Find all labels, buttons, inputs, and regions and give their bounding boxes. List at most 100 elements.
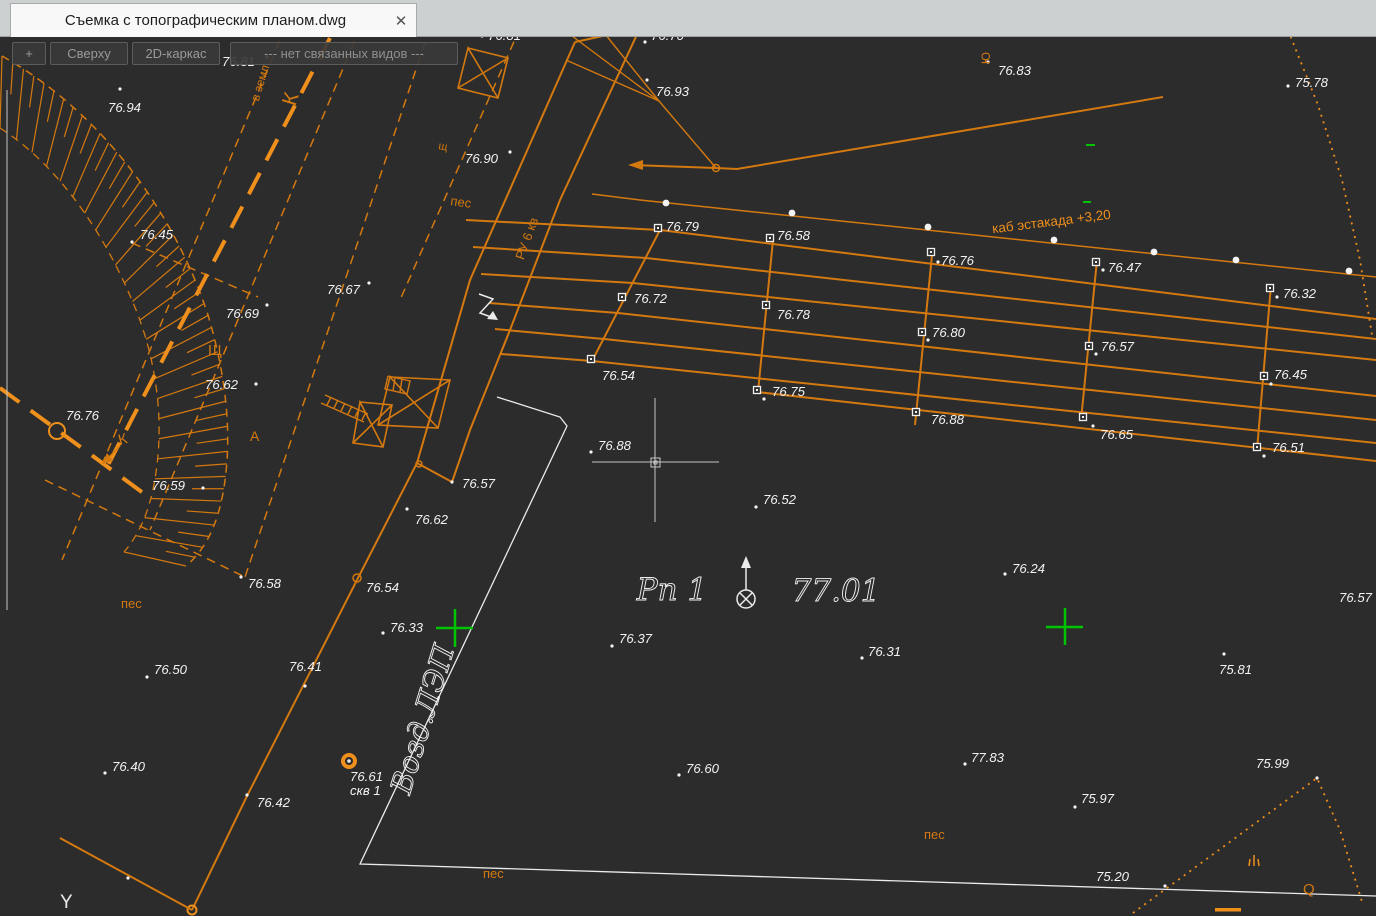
road-dashed-edge[interactable]	[400, 28, 520, 300]
elevation-label[interactable]: 76.61	[350, 769, 383, 784]
rack-post[interactable]	[758, 240, 773, 392]
elevation-label[interactable]: 76.59	[152, 478, 186, 493]
survey-point-dot[interactable]	[245, 793, 248, 796]
elevation-label[interactable]: 76.40	[112, 759, 146, 774]
elevation-label[interactable]: 75.20	[1096, 869, 1130, 884]
elevation-label[interactable]: 76.69	[226, 306, 260, 321]
elevation-label[interactable]: 76.83	[998, 63, 1032, 78]
survey-point-dot[interactable]	[103, 771, 106, 774]
elevation-label[interactable]: 76.51	[1272, 440, 1305, 455]
survey-point-dot[interactable]	[1275, 295, 1278, 298]
elevation-label[interactable]: 76.31	[868, 644, 901, 659]
survey-point-dot[interactable]	[1003, 572, 1006, 575]
survey-point-dot[interactable]	[1286, 84, 1289, 87]
scale-bar[interactable]	[1215, 908, 1241, 912]
elevation-label[interactable]: 76.72	[634, 291, 668, 306]
survey-point-dot[interactable]	[762, 397, 765, 400]
survey-point-dot[interactable]	[643, 40, 646, 43]
survey-point-dot[interactable]	[118, 87, 121, 90]
elevation-label[interactable]: 76.37	[619, 631, 653, 646]
rack-node-dot[interactable]	[1346, 268, 1353, 275]
arrowhead[interactable]	[741, 556, 751, 568]
elevation-label[interactable]: 76.57	[1101, 339, 1135, 354]
elevation-label[interactable]: 76.79	[666, 219, 700, 234]
elevation-label[interactable]: 77.83	[971, 750, 1005, 765]
linked-views-button[interactable]: --- нет связанных видов ---	[230, 42, 458, 65]
survey-point-dot[interactable]	[450, 480, 453, 483]
survey-point-dot[interactable]	[145, 675, 148, 678]
in-ground-label[interactable]: в земл	[248, 63, 272, 102]
rack-node-dot[interactable]	[663, 200, 670, 207]
survey-point-dot[interactable]	[1091, 424, 1094, 427]
elevation-label[interactable]: 76.76	[941, 253, 975, 268]
ladder-rung[interactable]	[362, 412, 366, 420]
elevation-label[interactable]: 76.24	[1012, 561, 1045, 576]
material-shch-label[interactable]: Щ	[208, 342, 222, 359]
survey-point-dot[interactable]	[926, 338, 929, 341]
survey-point-dot[interactable]	[303, 684, 306, 687]
visual-style-button[interactable]: 2D-каркас	[132, 42, 220, 65]
elevation-label[interactable]: 76.62	[415, 512, 449, 527]
grass-symbol[interactable]	[1258, 859, 1259, 866]
elevation-label[interactable]: 76.58	[777, 228, 811, 243]
survey-point-dot[interactable]	[381, 631, 384, 634]
elevation-label[interactable]: скв 1	[350, 783, 381, 798]
building-west-wall[interactable]	[192, 42, 575, 910]
survey-point-dot[interactable]	[610, 644, 613, 647]
survey-point-dot[interactable]	[508, 150, 511, 153]
elevation-label[interactable]: 76.42	[257, 795, 291, 810]
view-direction-button[interactable]: Сверху	[50, 42, 128, 65]
survey-point-dot[interactable]	[754, 505, 757, 508]
survey-point-dot[interactable]	[677, 773, 680, 776]
survey-point-dot[interactable]	[239, 575, 242, 578]
ladder-rung[interactable]	[327, 397, 331, 405]
survey-point-dot[interactable]	[201, 486, 204, 489]
elevation-label[interactable]: 76.90	[465, 151, 499, 166]
elevation-label[interactable]: 76.57	[1339, 590, 1373, 605]
survey-point-dot[interactable]	[1094, 352, 1097, 355]
document-tab[interactable]: Съемка с топографическим планом.dwg ✕	[10, 3, 417, 37]
elevation-label[interactable]: 76.45	[1274, 367, 1308, 382]
elevation-label[interactable]: 76.41	[289, 659, 322, 674]
survey-point-dot[interactable]	[589, 450, 592, 453]
survey-point-dot[interactable]	[936, 260, 939, 263]
survey-point-dot[interactable]	[963, 762, 966, 765]
cable-arrow-line[interactable]	[632, 165, 716, 168]
elevation-label[interactable]: 76.76	[66, 408, 100, 423]
benchmark-elevation-text[interactable]: 77.01	[792, 573, 881, 609]
rack-post[interactable]	[1257, 285, 1271, 450]
survey-point-dot[interactable]	[265, 303, 268, 306]
q-symbol[interactable]: Q	[1303, 881, 1315, 898]
survey-point-dot[interactable]	[367, 281, 370, 284]
ladder-rung[interactable]	[341, 403, 345, 411]
survey-point-dot[interactable]	[405, 507, 408, 510]
dotted-path[interactable]	[1133, 778, 1363, 913]
power-line-label[interactable]: Возд.ЛЭП	[383, 640, 461, 799]
borehole-center[interactable]	[347, 759, 351, 763]
rack-node-dot[interactable]	[1051, 237, 1058, 244]
survey-point-dot[interactable]	[1315, 776, 1318, 779]
rack-node-dot[interactable]	[1151, 249, 1158, 256]
survey-point-dot[interactable]	[1262, 454, 1265, 457]
arrowhead[interactable]	[628, 160, 643, 170]
road-dashed-edge[interactable]	[150, 28, 360, 530]
survey-point-dot[interactable]	[1269, 382, 1272, 385]
grass-symbol[interactable]	[1249, 859, 1250, 866]
survey-point-dot[interactable]	[254, 382, 257, 385]
ladder-rung[interactable]	[348, 406, 352, 414]
material-shch-label[interactable]: щ	[437, 140, 448, 153]
y-symbol[interactable]: Y	[60, 892, 73, 913]
elevation-label[interactable]: 76.54	[366, 580, 399, 595]
cable-rack-label[interactable]: каб эстакада +3,20	[991, 207, 1111, 236]
survey-point-dot[interactable]	[860, 656, 863, 659]
hydrant-symbol[interactable]: Ю	[979, 52, 993, 64]
sand-label[interactable]: пес	[121, 596, 142, 611]
elevation-label[interactable]: 76.54	[602, 368, 635, 383]
road-dashed-edge[interactable]	[245, 28, 430, 577]
survey-point-dot[interactable]	[1073, 805, 1076, 808]
orange-boundary[interactable]	[60, 838, 192, 910]
elevation-label[interactable]: 75.78	[1295, 75, 1329, 90]
survey-point-dot[interactable]	[1222, 652, 1225, 655]
elevation-label[interactable]: 76.93	[656, 84, 690, 99]
elevation-label[interactable]: 76.52	[763, 492, 797, 507]
